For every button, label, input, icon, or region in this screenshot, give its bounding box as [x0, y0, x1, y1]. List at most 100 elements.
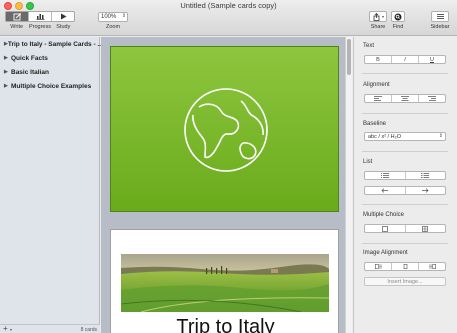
- disclosure-triangle-icon[interactable]: ▶: [4, 83, 11, 89]
- text-style-buttons: B I U: [364, 55, 446, 64]
- outdent-icon: [381, 188, 388, 193]
- image-left-icon: [374, 264, 382, 269]
- progress-label: Progress: [28, 24, 51, 30]
- image-center-icon: [403, 264, 407, 269]
- underline-button[interactable]: U: [419, 56, 445, 63]
- deck-item[interactable]: ▶ Multiple Choice Examples: [0, 79, 99, 93]
- scrollbar-thumb[interactable]: [347, 39, 351, 75]
- bar-chart-icon: [36, 14, 44, 20]
- share-button[interactable]: ▾: [369, 11, 387, 22]
- divider: [362, 113, 448, 114]
- zoom-label: Zoom: [105, 24, 121, 30]
- divider: [362, 243, 448, 244]
- find-label: Find: [392, 24, 404, 30]
- image-alignment-section-title: Image Alignment: [363, 250, 408, 256]
- alignment-section-title: Alignment: [363, 82, 390, 88]
- align-center-button[interactable]: [392, 95, 419, 102]
- mode-labels: Write Progress Study: [5, 24, 75, 30]
- indent-icon: [422, 188, 429, 193]
- image-center-button[interactable]: [392, 263, 419, 270]
- numbered-list-icon: [421, 173, 430, 178]
- toolbar: Untitled (Sample cards copy) Write Progr…: [0, 0, 457, 36]
- add-deck-button[interactable]: +: [3, 325, 8, 333]
- play-icon: [60, 13, 66, 20]
- divider: [362, 204, 448, 205]
- card-count: 8 cards: [80, 327, 97, 333]
- deck-label: Quick Facts: [11, 54, 48, 62]
- write-tab[interactable]: [6, 12, 29, 21]
- deck-label: Trip to Italy - Sample Cards - ...: [7, 40, 103, 48]
- find-button[interactable]: [391, 11, 405, 22]
- deck-label: Basic Italian: [11, 68, 49, 76]
- divider: [362, 151, 448, 152]
- pencil-icon: [13, 12, 21, 20]
- sidebar-footer: + ▾ 8 cards: [0, 324, 100, 333]
- disclosure-triangle-icon[interactable]: ▶: [4, 55, 11, 61]
- write-label: Write: [10, 24, 24, 30]
- multiple-choice-section-title: Multiple Choice: [363, 212, 405, 218]
- outdent-button[interactable]: [365, 187, 406, 194]
- card-globe[interactable]: [110, 46, 339, 212]
- sidebar-label: Sidebar: [430, 24, 450, 30]
- align-right-icon: [428, 96, 436, 101]
- list-style-buttons: [364, 171, 446, 180]
- checkbox-icon: [381, 225, 388, 232]
- mode-segmented-control: [5, 11, 75, 22]
- divider: [362, 73, 448, 74]
- image-alignment-buttons: [364, 262, 446, 271]
- text-section-title: Text: [363, 43, 375, 49]
- align-center-icon: [401, 96, 409, 101]
- card-canvas: Trip to Italy: [101, 37, 345, 333]
- align-left-button[interactable]: [365, 95, 392, 102]
- multiple-choice-buttons: [364, 224, 446, 233]
- bulleted-list-button[interactable]: [365, 172, 406, 179]
- window-title: Untitled (Sample cards copy): [180, 1, 277, 10]
- study-tab[interactable]: [52, 12, 74, 21]
- alignment-buttons: [364, 94, 446, 103]
- baseline-section-title: Baseline: [363, 121, 387, 127]
- bulleted-list-icon: [380, 173, 389, 178]
- study-label: Study: [56, 24, 71, 30]
- progress-tab[interactable]: [29, 12, 52, 21]
- globe-icon: [184, 88, 268, 172]
- indent-button[interactable]: [406, 187, 446, 194]
- chevron-updown-icon: ⇕: [121, 13, 126, 19]
- search-icon: [394, 13, 402, 20]
- checkbox-grid-icon: [422, 225, 429, 232]
- baseline-value: abc / x² / H₂O: [368, 133, 402, 140]
- multiple-choice-grid-button[interactable]: [406, 225, 446, 232]
- baseline-select[interactable]: abc / x² / H₂O ⇕: [364, 132, 446, 141]
- canvas-scrollbar[interactable]: [345, 37, 352, 333]
- align-left-icon: [374, 96, 382, 101]
- app-window: Untitled (Sample cards copy) Write Progr…: [0, 0, 457, 333]
- image-right-button[interactable]: [419, 263, 445, 270]
- zoom-select[interactable]: 100% ⇕: [98, 12, 128, 22]
- multiple-choice-single-button[interactable]: [365, 225, 406, 232]
- card-trip-to-italy[interactable]: Trip to Italy: [110, 229, 339, 333]
- tuscany-landscape-photo: [121, 254, 329, 312]
- zoom-value: 100%: [101, 14, 117, 20]
- chevron-updown-icon: ⇕: [438, 133, 443, 139]
- deck-sidebar: ▶ Trip to Italy - Sample Cards - ... ▶ Q…: [0, 37, 103, 333]
- sidebar-icon: [436, 14, 444, 19]
- chevron-down-icon[interactable]: ▾: [10, 327, 12, 332]
- sidebar-button[interactable]: [431, 11, 449, 22]
- deck-item[interactable]: ▶ Basic Italian: [0, 65, 99, 79]
- deck-label: Multiple Choice Examples: [11, 82, 92, 90]
- deck-item[interactable]: ▶ Quick Facts: [0, 51, 99, 65]
- indent-buttons: [364, 186, 446, 195]
- list-section-title: List: [363, 159, 373, 165]
- insert-image-button[interactable]: Insert Image...: [364, 277, 446, 286]
- format-inspector: Text B I U Alignment Baseline abc / x² /…: [353, 37, 457, 333]
- chevron-down-icon: ▾: [381, 14, 384, 19]
- align-right-button[interactable]: [419, 95, 445, 102]
- card-title: Trip to Italy: [176, 316, 275, 333]
- image-right-icon: [428, 264, 436, 269]
- share-icon: [373, 12, 380, 21]
- image-left-button[interactable]: [365, 263, 392, 270]
- disclosure-triangle-icon[interactable]: ▶: [4, 69, 11, 75]
- numbered-list-button[interactable]: [406, 172, 446, 179]
- italic-button[interactable]: I: [392, 56, 419, 63]
- deck-item[interactable]: ▶ Trip to Italy - Sample Cards - ...: [0, 37, 103, 51]
- bold-button[interactable]: B: [365, 56, 392, 63]
